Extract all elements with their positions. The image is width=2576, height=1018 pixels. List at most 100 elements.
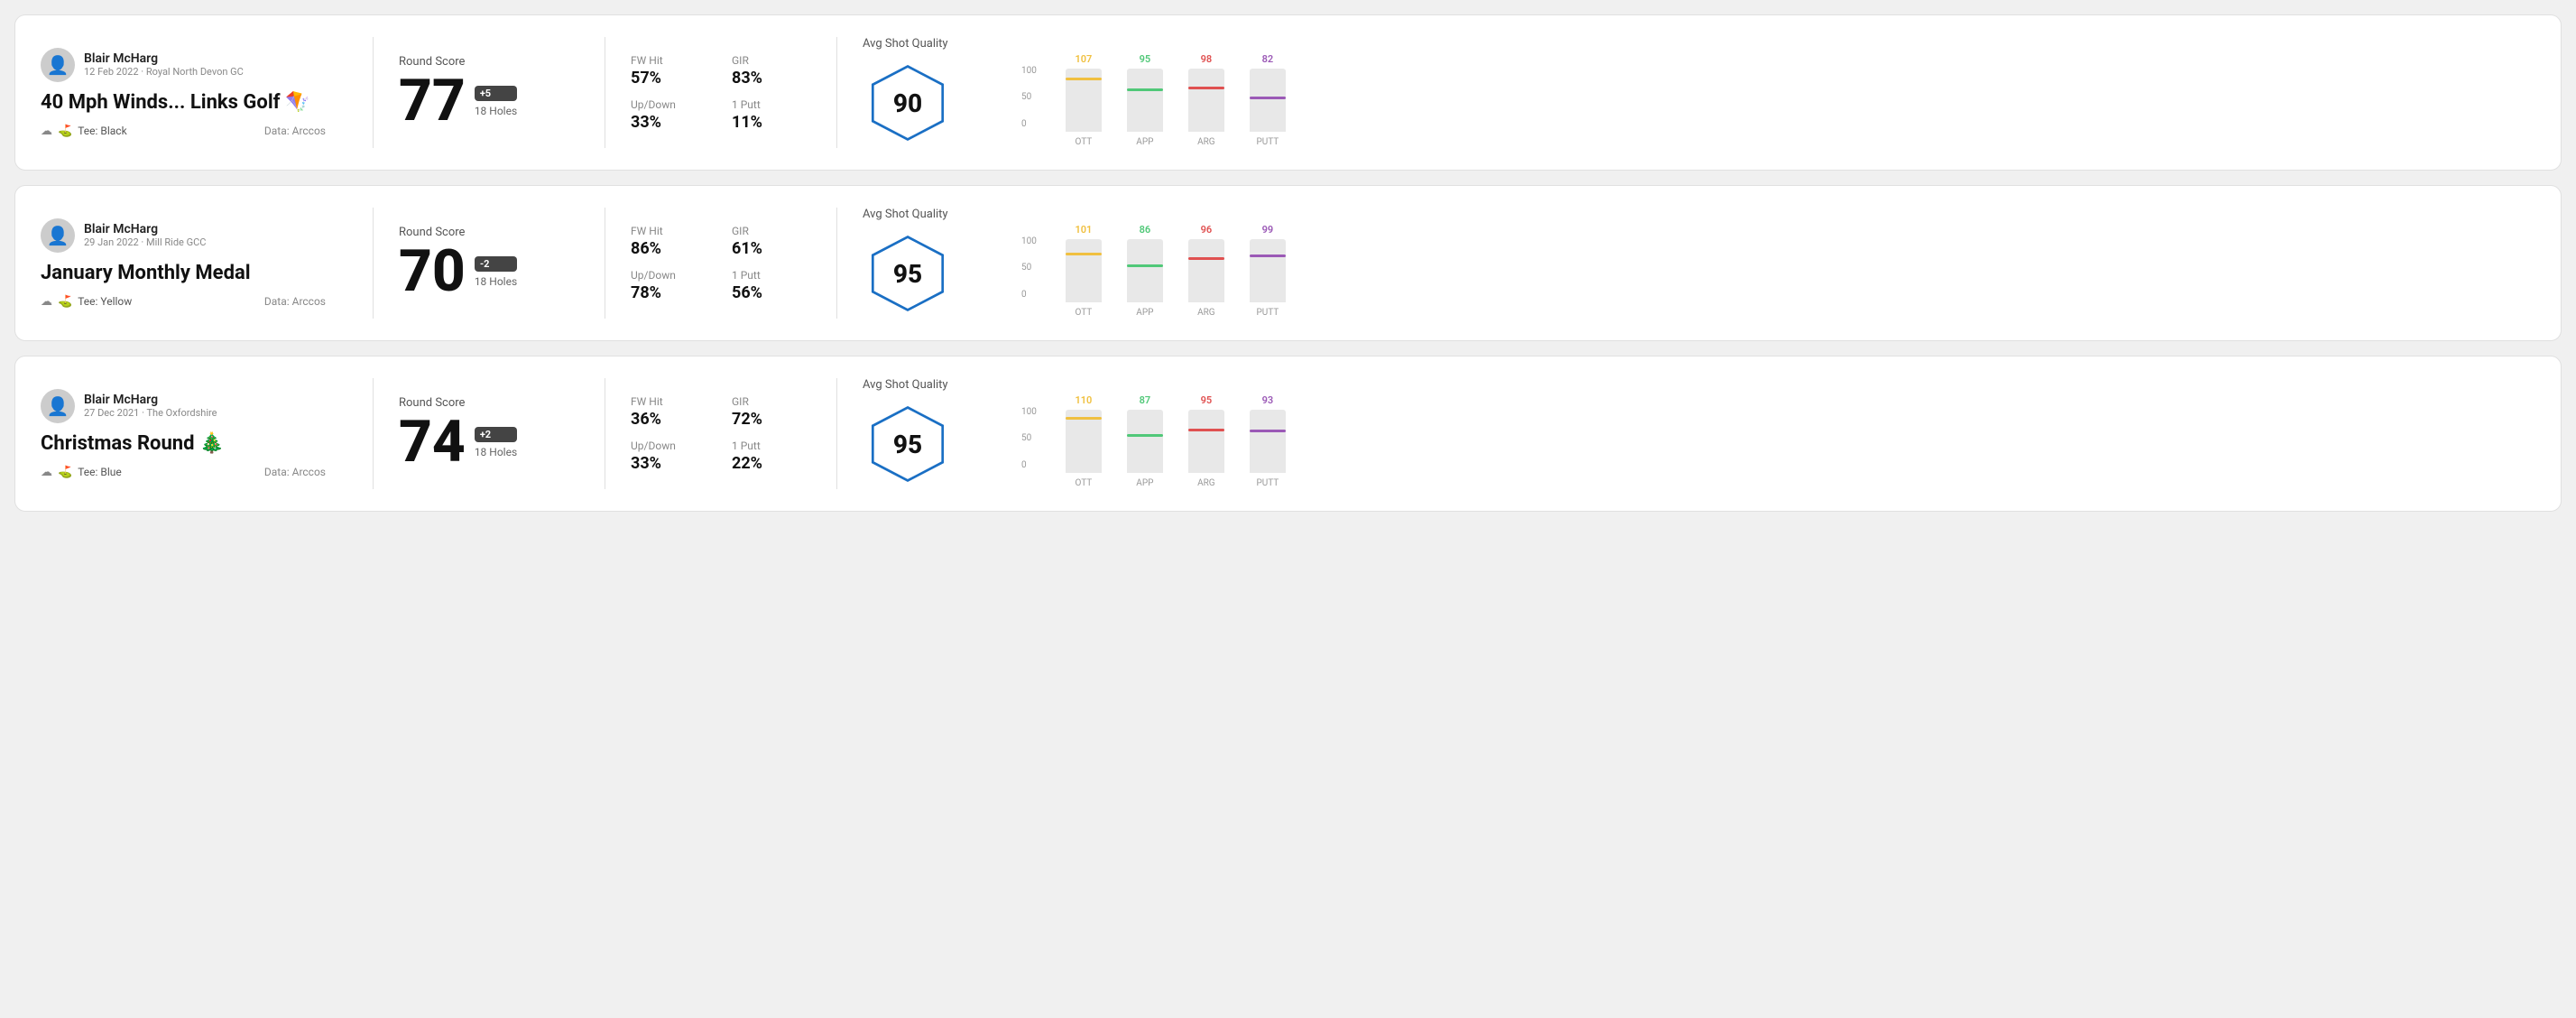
bar-fill-putt bbox=[1250, 255, 1286, 302]
stat-value-2-1: 86% bbox=[631, 239, 710, 258]
stat-item-2-2: GIR 61% bbox=[732, 225, 811, 258]
data-source-1: Data: Arccos bbox=[264, 125, 326, 137]
bar-fill-putt bbox=[1250, 97, 1286, 132]
stat-value-3-2: 72% bbox=[732, 410, 811, 429]
stat-label-2-1: FW Hit bbox=[631, 225, 710, 237]
bar-x-label-app: APP bbox=[1136, 478, 1153, 488]
bar-group-app: 86 APP bbox=[1127, 224, 1163, 318]
tee-info-3: ☁ ⛳ Tee: Blue bbox=[41, 466, 122, 479]
user-name-3: Blair McHarg bbox=[84, 393, 217, 407]
stat-item-3-2: GIR 72% bbox=[732, 395, 811, 429]
quality-label-2: Avg Shot Quality bbox=[863, 208, 948, 221]
y-label-50: 50 bbox=[1021, 433, 1037, 443]
bar-wrapper-app bbox=[1127, 69, 1163, 132]
user-row-1: 👤 Blair McHarg 12 Feb 2022 · Royal North… bbox=[41, 48, 326, 82]
bar-fill-ott bbox=[1066, 253, 1102, 302]
bar-value-arg: 96 bbox=[1201, 224, 1213, 236]
bar-value-ott: 101 bbox=[1075, 224, 1092, 236]
bar-value-ott: 110 bbox=[1075, 394, 1092, 406]
y-label-50: 50 bbox=[1021, 92, 1037, 102]
score-number-3: 74 bbox=[399, 413, 466, 471]
divider-right-1 bbox=[836, 37, 837, 148]
bar-group-putt: 93 PUTT bbox=[1250, 394, 1286, 488]
bar-x-label-arg: ARG bbox=[1197, 308, 1215, 318]
score-badge-3: +2 bbox=[475, 427, 517, 442]
avatar-icon-1: 👤 bbox=[47, 54, 69, 76]
bar-wrapper-arg bbox=[1188, 410, 1224, 473]
bar-value-app: 86 bbox=[1140, 224, 1151, 236]
divider-left-2 bbox=[373, 208, 374, 319]
score-meta-1: +5 18 Holes bbox=[475, 86, 517, 117]
left-section-2: 👤 Blair McHarg 29 Jan 2022 · Mill Ride G… bbox=[41, 218, 347, 309]
y-label-100: 100 bbox=[1021, 236, 1037, 246]
date-course-2: 29 Jan 2022 · Mill Ride GCC bbox=[84, 236, 206, 248]
round-card-1: 👤 Blair McHarg 12 Feb 2022 · Royal North… bbox=[14, 14, 2562, 171]
y-label-0: 0 bbox=[1021, 290, 1037, 300]
y-label-100: 100 bbox=[1021, 407, 1037, 417]
bar-fill-arg bbox=[1188, 257, 1224, 302]
footer-row-1: ☁ ⛳ Tee: Black Data: Arccos bbox=[41, 125, 326, 138]
round-card-3: 👤 Blair McHarg 27 Dec 2021 · The Oxfords… bbox=[14, 356, 2562, 512]
stat-item-3-3: Up/Down 33% bbox=[631, 440, 710, 473]
stat-item-1-3: Up/Down 33% bbox=[631, 98, 710, 132]
bar-x-label-ott: OTT bbox=[1075, 137, 1092, 147]
score-number-2: 70 bbox=[399, 243, 466, 301]
bar-value-app: 87 bbox=[1140, 394, 1151, 406]
divider-right-3 bbox=[836, 378, 837, 489]
tee-info-1: ☁ ⛳ Tee: Black bbox=[41, 125, 127, 138]
bar-group-putt: 82 PUTT bbox=[1250, 53, 1286, 147]
tee-label-1: Tee: Black bbox=[78, 125, 126, 137]
stat-item-1-4: 1 Putt 11% bbox=[732, 98, 811, 132]
bar-wrapper-arg bbox=[1188, 239, 1224, 302]
stat-value-1-3: 33% bbox=[631, 113, 710, 132]
tee-info-2: ☁ ⛳ Tee: Yellow bbox=[41, 295, 132, 309]
hexagon-container-1: 90 bbox=[863, 58, 953, 148]
chart-section-1: 100 50 0 107 OTT 95 APP bbox=[1007, 39, 2535, 147]
round-title-2: January Monthly Medal bbox=[41, 262, 326, 284]
bar-wrapper-arg bbox=[1188, 69, 1224, 132]
bar-value-putt: 82 bbox=[1262, 53, 1274, 65]
stat-item-2-4: 1 Putt 56% bbox=[732, 269, 811, 302]
stat-value-3-3: 33% bbox=[631, 454, 710, 473]
score-badge-2: -2 bbox=[475, 256, 517, 272]
bar-group-arg: 98 ARG bbox=[1188, 53, 1224, 147]
tee-label-3: Tee: Blue bbox=[78, 466, 122, 478]
divider-right-2 bbox=[836, 208, 837, 319]
bar-wrapper-app bbox=[1127, 239, 1163, 302]
stat-item-1-2: GIR 83% bbox=[732, 54, 811, 88]
bar-x-label-putt: PUTT bbox=[1256, 478, 1279, 488]
quality-label-3: Avg Shot Quality bbox=[863, 378, 948, 392]
bar-fill-app bbox=[1127, 264, 1163, 302]
bar-x-label-arg: ARG bbox=[1197, 137, 1215, 147]
round-title-3: Christmas Round 🎄 bbox=[41, 432, 326, 455]
score-row-1: 77 +5 18 Holes bbox=[399, 72, 579, 130]
user-info-1: Blair McHarg 12 Feb 2022 · Royal North D… bbox=[84, 51, 244, 78]
bar-value-arg: 95 bbox=[1201, 394, 1213, 406]
user-info-2: Blair McHarg 29 Jan 2022 · Mill Ride GCC bbox=[84, 222, 206, 248]
golf-icon-3: ⛳ bbox=[58, 466, 72, 479]
bar-x-label-putt: PUTT bbox=[1256, 308, 1279, 318]
score-section-2: Round Score 70 -2 18 Holes bbox=[399, 226, 579, 301]
score-badge-1: +5 bbox=[475, 86, 517, 101]
chart-section-3: 100 50 0 110 OTT 87 APP bbox=[1007, 380, 2535, 488]
bar-fill-ott bbox=[1066, 417, 1102, 473]
bar-fill-arg bbox=[1188, 429, 1224, 473]
bar-line-ott bbox=[1066, 417, 1102, 420]
bar-fill-putt bbox=[1250, 430, 1286, 473]
user-name-2: Blair McHarg bbox=[84, 222, 206, 236]
cloud-icon-2: ☁ bbox=[41, 295, 52, 309]
stat-label-1-4: 1 Putt bbox=[732, 98, 811, 111]
user-name-1: Blair McHarg bbox=[84, 51, 244, 66]
hexagon-container-2: 95 bbox=[863, 228, 953, 319]
avatar-icon-3: 👤 bbox=[47, 395, 69, 417]
bar-line-arg bbox=[1188, 257, 1224, 260]
bar-fill-app bbox=[1127, 434, 1163, 473]
bar-line-app bbox=[1127, 434, 1163, 437]
bar-value-putt: 93 bbox=[1262, 394, 1274, 406]
cloud-icon-3: ☁ bbox=[41, 466, 52, 479]
score-number-1: 77 bbox=[399, 72, 466, 130]
stat-label-1-1: FW Hit bbox=[631, 54, 710, 67]
score-holes-1: 18 Holes bbox=[475, 105, 517, 117]
bar-wrapper-putt bbox=[1250, 239, 1286, 302]
bar-value-app: 95 bbox=[1140, 53, 1151, 65]
